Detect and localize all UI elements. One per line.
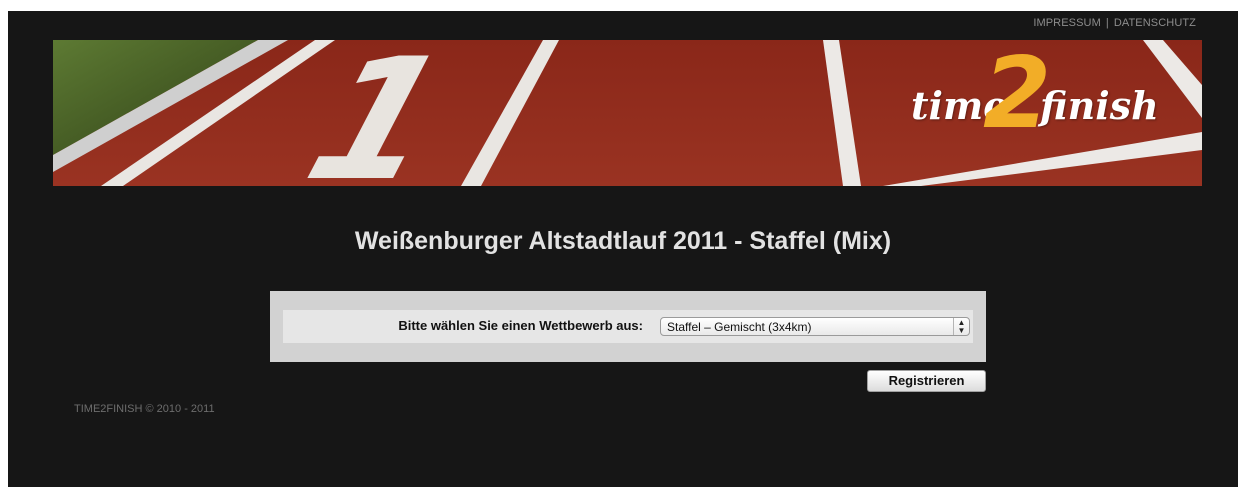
register-button[interactable]: Registrieren	[867, 370, 986, 392]
datenschutz-link[interactable]: DATENSCHUTZ	[1114, 17, 1196, 29]
link-separator: |	[1105, 17, 1109, 29]
banner: 1 time 2 finish	[53, 40, 1202, 186]
select-arrows-icon: ▲ ▼	[953, 318, 969, 335]
competition-select[interactable]: Staffel – Gemischt (3x4km) ▲ ▼	[660, 317, 970, 336]
page-title: Weißenburger Altstadtlauf 2011 - Staffel…	[354, 227, 892, 255]
select-value: Staffel – Gemischt (3x4km)	[667, 320, 812, 334]
competition-label: Bitte wählen Sie einen Wettbewerb aus:	[398, 318, 643, 333]
impressum-link[interactable]: IMPRESSUM	[1033, 17, 1101, 29]
page: IMPRESSUM | DATENSCHUTZ 1 time 2 finish …	[8, 11, 1238, 487]
competition-form: Bitte wählen Sie einen Wettbewerb aus: S…	[270, 291, 986, 362]
footer-copyright: TIME2FINISH © 2010 - 2011	[74, 403, 215, 415]
form-row: Bitte wählen Sie einen Wettbewerb aus: S…	[283, 310, 973, 343]
logo-finish: finish	[1040, 83, 1159, 128]
top-links: IMPRESSUM | DATENSCHUTZ	[1033, 17, 1196, 29]
